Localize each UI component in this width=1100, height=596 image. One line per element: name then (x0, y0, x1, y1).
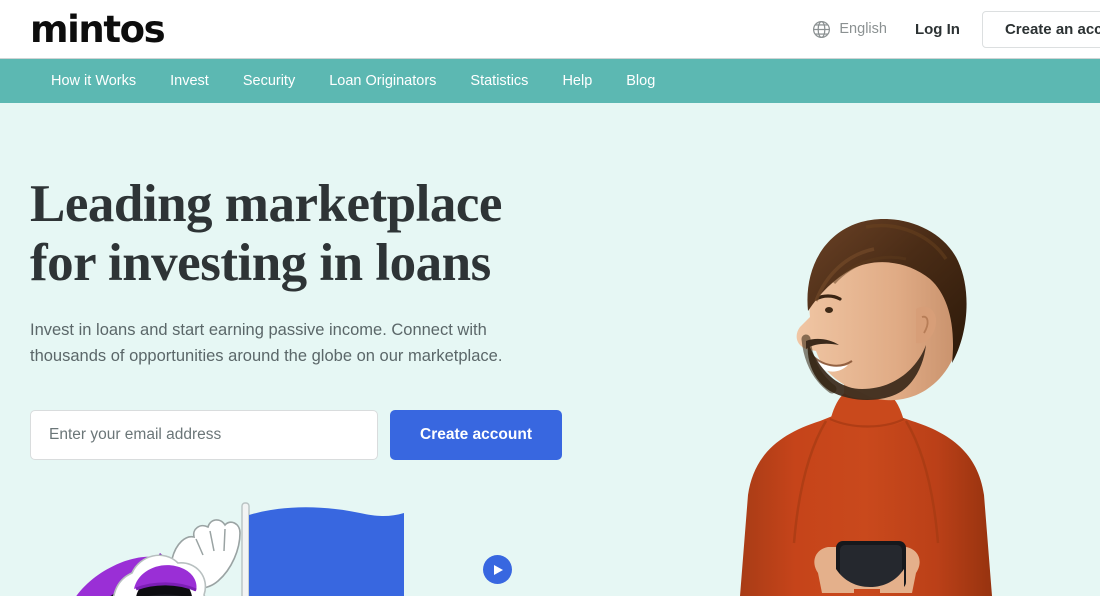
create-account-button[interactable]: Create account (390, 410, 562, 461)
language-selector[interactable]: English (812, 20, 887, 39)
nav-item-blog[interactable]: Blog (609, 59, 672, 104)
create-an-account-button[interactable]: Create an account (981, 10, 1100, 48)
hero-subheading: Invest in loans and start earning passiv… (30, 320, 503, 366)
mintos-logo[interactable]: mintos (30, 11, 166, 48)
login-button[interactable]: Log In (915, 21, 960, 38)
signup-form: Create account (30, 410, 610, 461)
play-icon (482, 555, 512, 584)
hero-copy: Leading marketplace for investing in loa… (30, 175, 610, 461)
watch-the-video-button[interactable]: Watch the video (440, 555, 554, 596)
nav-item-loan-originators[interactable]: Loan Originators (312, 59, 453, 104)
nav-item-security[interactable]: Security (226, 59, 312, 104)
hero-photo (740, 219, 992, 596)
nav-item-invest[interactable]: Invest (153, 59, 226, 104)
page-title: Leading marketplace for investing in loa… (30, 175, 502, 292)
page-root: mintos English Log In Create an account (0, 0, 1100, 596)
email-input[interactable] (30, 410, 378, 461)
main-navigation: How it Works Invest Security Loan Origin… (0, 58, 1100, 103)
top-bar: mintos English Log In Create an account (0, 0, 1100, 58)
hero-section: Leading marketplace for investing in loa… (0, 103, 1100, 596)
globe-icon (812, 20, 831, 39)
nav-item-statistics[interactable]: Statistics (453, 59, 545, 104)
language-label: English (839, 21, 887, 37)
nav-item-help[interactable]: Help (545, 59, 609, 104)
top-bar-right: English Log In Create an account (812, 0, 1100, 58)
nav-item-how-it-works[interactable]: How it Works (34, 59, 153, 104)
climber-with-flag-illustration (76, 502, 404, 596)
